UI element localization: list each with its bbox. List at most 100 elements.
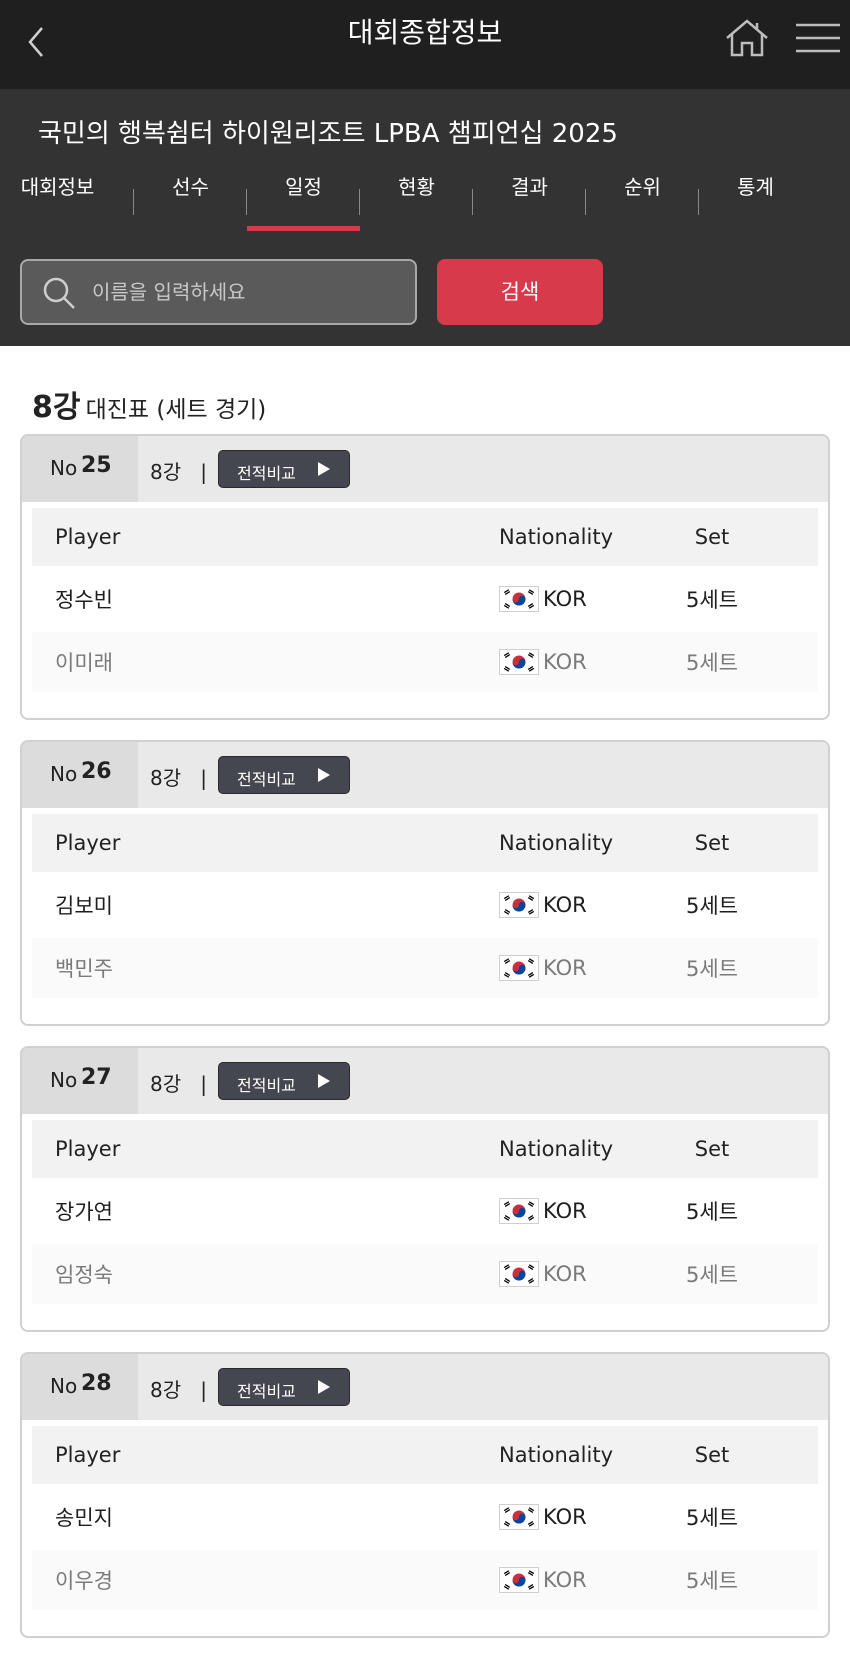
section-subtitle: 대진표 (세트 경기) xyxy=(85,397,267,423)
player-name[interactable]: 정수빈 xyxy=(55,569,113,629)
match-card: No 28 8강 | 전적비교 Player Nationality Set 송… xyxy=(20,1352,830,1638)
match-number-label: No xyxy=(50,1068,78,1092)
match-card: No 25 8강 | 전적비교 Player Nationality Set 정… xyxy=(20,434,830,720)
tab-divider xyxy=(133,189,134,215)
tab-statistics[interactable]: 통계 xyxy=(699,171,812,231)
player-row[interactable]: 송민지 KOR 5세트 xyxy=(32,1487,818,1547)
match-number-value: 28 xyxy=(81,1371,112,1396)
korea-flag-icon xyxy=(499,1567,539,1593)
korea-flag-icon xyxy=(499,1504,539,1530)
player-set: 5세트 xyxy=(685,1200,738,1224)
tab-divider xyxy=(472,189,473,215)
tab-results[interactable]: 결과 xyxy=(473,171,586,231)
match-header xyxy=(22,742,828,808)
match-number-label: No xyxy=(50,1374,78,1398)
column-set: Set xyxy=(694,831,730,855)
tab-players[interactable]: 선수 xyxy=(134,171,247,231)
player-set: 5세트 xyxy=(685,957,738,981)
korea-flag-icon xyxy=(499,955,539,981)
player-set: 5세트 xyxy=(685,1506,738,1530)
player-name[interactable]: 김보미 xyxy=(55,875,113,935)
compare-record-button[interactable]: 전적비교 xyxy=(218,450,350,488)
tab-divider xyxy=(698,189,699,215)
compare-record-button[interactable]: 전적비교 xyxy=(218,756,350,794)
compare-record-button[interactable]: 전적비교 xyxy=(218,1368,350,1406)
section-heading: 8강 대진표 (세트 경기) xyxy=(32,382,266,426)
round-separator: | xyxy=(200,1072,207,1096)
player-row[interactable]: 김보미 KOR 5세트 xyxy=(32,875,818,935)
player-row[interactable]: 임정숙 KOR 5세트 xyxy=(32,1244,818,1304)
player-nationality: KOR xyxy=(499,1487,587,1547)
match-card: No 27 8강 | 전적비교 Player Nationality Set 장… xyxy=(20,1046,830,1332)
round-separator: | xyxy=(200,460,207,484)
search-button[interactable]: 검색 xyxy=(437,259,603,325)
match-number-value: 25 xyxy=(81,453,112,478)
column-player: Player xyxy=(55,831,121,855)
player-row[interactable]: 이우경 KOR 5세트 xyxy=(32,1550,818,1610)
player-row[interactable]: 이미래 KOR 5세트 xyxy=(32,632,818,692)
table-header-row: Player Nationality Set xyxy=(32,508,818,566)
tab-divider xyxy=(359,189,360,215)
korea-flag-icon xyxy=(499,892,539,918)
compare-record-label: 전적비교 xyxy=(237,464,296,483)
match-card: No 26 8강 | 전적비교 Player Nationality Set 김… xyxy=(20,740,830,1026)
player-set: 5세트 xyxy=(685,894,738,918)
play-arrow-icon xyxy=(318,1380,330,1394)
tab-status[interactable]: 현황 xyxy=(360,171,473,231)
search-input[interactable] xyxy=(92,271,402,313)
player-name[interactable]: 임정숙 xyxy=(55,1244,113,1304)
search-icon xyxy=(43,277,75,309)
tab-schedule[interactable]: 일정 xyxy=(247,171,360,231)
compare-record-label: 전적비교 xyxy=(237,1076,296,1095)
compare-record-label: 전적비교 xyxy=(237,770,296,789)
column-set: Set xyxy=(694,1137,730,1161)
compare-record-button[interactable]: 전적비교 xyxy=(218,1062,350,1100)
table-header-row: Player Nationality Set xyxy=(32,814,818,872)
table-header-row: Player Nationality Set xyxy=(32,1426,818,1484)
app-title: 대회종합정보 xyxy=(347,16,503,49)
app-bar: 대회종합정보 xyxy=(0,0,850,89)
player-row[interactable]: 장가연 KOR 5세트 xyxy=(32,1181,818,1241)
player-nationality: KOR xyxy=(499,1550,587,1610)
column-nationality: Nationality xyxy=(499,525,614,549)
player-name[interactable]: 장가연 xyxy=(55,1181,113,1241)
korea-flag-icon xyxy=(499,586,539,612)
player-row[interactable]: 백민주 KOR 5세트 xyxy=(32,938,818,998)
player-row[interactable]: 정수빈 KOR 5세트 xyxy=(32,569,818,629)
column-nationality: Nationality xyxy=(499,1443,614,1467)
match-number: No 28 xyxy=(22,1354,138,1420)
play-arrow-icon xyxy=(318,462,330,476)
tab-divider xyxy=(585,189,586,215)
match-round: 8강 | xyxy=(150,460,207,484)
player-name[interactable]: 백민주 xyxy=(55,938,113,998)
hamburger-menu-icon[interactable] xyxy=(796,22,840,54)
match-number-value: 26 xyxy=(81,759,112,784)
match-number: No 26 xyxy=(22,742,138,808)
home-icon[interactable] xyxy=(724,18,770,58)
column-set: Set xyxy=(694,1443,730,1467)
column-set: Set xyxy=(694,525,730,549)
player-name[interactable]: 송민지 xyxy=(55,1487,113,1547)
player-nationality: KOR xyxy=(499,1181,587,1241)
player-set: 5세트 xyxy=(685,1569,738,1593)
player-set: 5세트 xyxy=(685,651,738,675)
korea-flag-icon xyxy=(499,649,539,675)
player-nationality: KOR xyxy=(499,1244,587,1304)
tab-ranking[interactable]: 순위 xyxy=(586,171,699,231)
player-name[interactable]: 이우경 xyxy=(55,1550,113,1610)
match-header xyxy=(22,1354,828,1420)
round-separator: | xyxy=(200,1378,207,1402)
tab-divider xyxy=(246,189,247,215)
event-title: 국민의 행복쉼터 하이원리조트 LPBA 챔피언십 2025 xyxy=(38,119,618,149)
player-nationality: KOR xyxy=(499,938,587,998)
player-name[interactable]: 이미래 xyxy=(55,632,113,692)
search-box xyxy=(20,259,417,325)
match-header xyxy=(22,1048,828,1114)
section-round: 8강 xyxy=(32,390,81,425)
compare-record-label: 전적비교 xyxy=(237,1382,296,1401)
match-round: 8강 | xyxy=(150,1072,207,1096)
match-round: 8강 | xyxy=(150,766,207,790)
player-set: 5세트 xyxy=(685,1263,738,1287)
tab-event-info[interactable]: 대회정보 xyxy=(1,171,114,231)
match-number: No 25 xyxy=(22,436,138,502)
